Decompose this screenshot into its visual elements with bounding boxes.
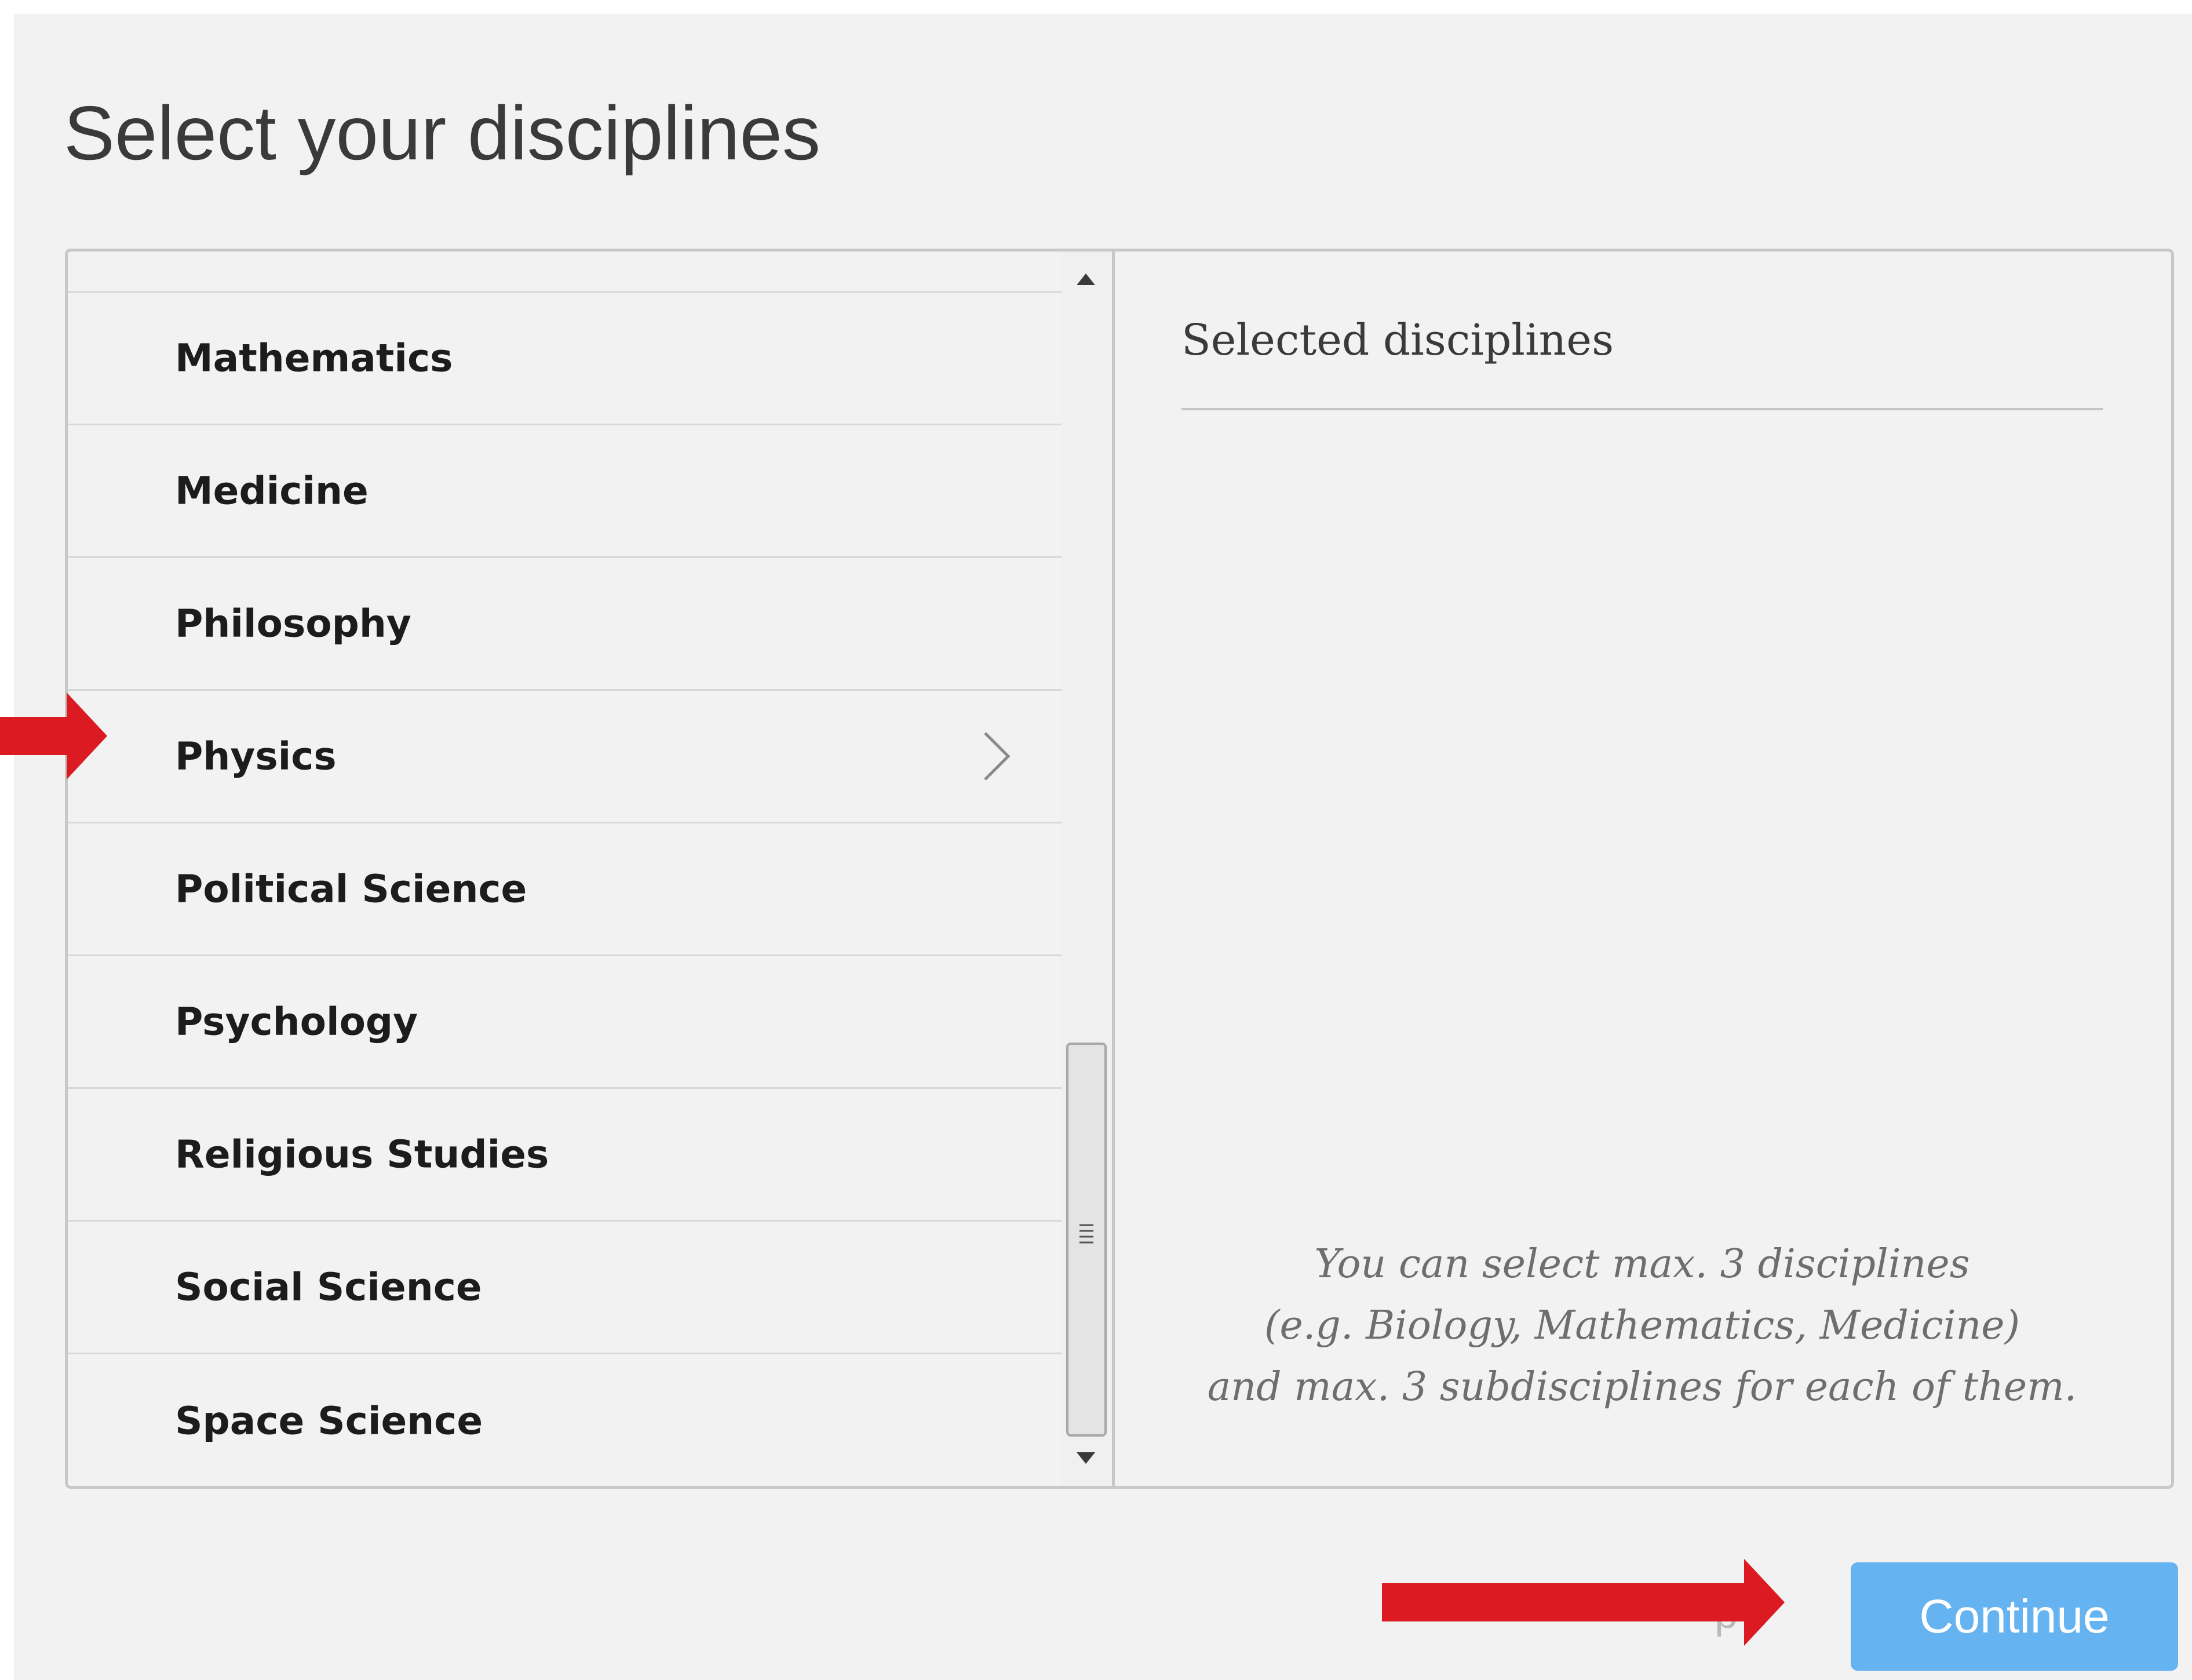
list-item-label: Religious Studies	[175, 1132, 549, 1177]
scroll-up-arrow-icon[interactable]	[1073, 269, 1099, 292]
divider	[1181, 408, 2103, 410]
chevron-right-icon	[984, 732, 1011, 781]
list-item-psychology[interactable]: Psychology	[68, 956, 1062, 1089]
list-item-philosophy[interactable]: Philosophy	[68, 558, 1062, 691]
selected-disciplines-panel: Selected disciplines You can select max.…	[1115, 252, 2171, 1486]
list-item-religious-studies[interactable]: Religious Studies	[68, 1089, 1062, 1222]
hint-line: You can select max. 3 disciplines	[1314, 1241, 1970, 1287]
list-item-label: Psychology	[175, 999, 418, 1044]
discipline-list: Mathematics Medicine Philosophy Physics …	[68, 252, 1062, 1486]
list-item-label: Physics	[175, 734, 337, 779]
page-title: Select your disciplines	[64, 90, 820, 176]
list-item-social-science[interactable]: Social Science	[68, 1222, 1062, 1354]
scrollbar-thumb[interactable]	[1066, 1043, 1107, 1437]
grip-lines-icon	[1079, 1224, 1093, 1244]
discipline-selector: Mathematics Medicine Philosophy Physics …	[65, 249, 2174, 1489]
list-scrollbar[interactable]	[1062, 252, 1115, 1486]
list-item-physics[interactable]: Physics	[68, 691, 1062, 823]
discipline-dialog: Select your disciplines Mathematics Medi…	[14, 14, 2192, 1680]
scroll-down-arrow-icon[interactable]	[1073, 1445, 1099, 1468]
hint-line: (e.g. Biology, Mathematics, Medicine)	[1264, 1303, 2020, 1349]
list-item-mathematics[interactable]: Mathematics	[68, 293, 1062, 425]
continue-button[interactable]: Continue	[1851, 1562, 2178, 1671]
list-item-political-science[interactable]: Political Science	[68, 823, 1062, 956]
hint-line: and max. 3 subdisciplines for each of th…	[1207, 1364, 2077, 1410]
list-item-label: Social Science	[175, 1264, 482, 1310]
list-item-label: Philosophy	[175, 601, 411, 646]
selected-disciplines-title: Selected disciplines	[1181, 315, 1614, 365]
list-item-label: Political Science	[175, 866, 527, 912]
annotation-arrow-icon	[0, 693, 107, 779]
annotation-arrow-icon	[1382, 1559, 1785, 1646]
list-item-space-science[interactable]: Space Science	[68, 1354, 1062, 1486]
list-item-label: Medicine	[175, 468, 369, 513]
list-item-label: Mathematics	[175, 336, 453, 381]
list-item-label: Space Science	[175, 1398, 483, 1443]
list-item-medicine[interactable]: Medicine	[68, 425, 1062, 558]
selection-hint: You can select max. 3 disciplines (e.g. …	[1181, 1234, 2103, 1418]
